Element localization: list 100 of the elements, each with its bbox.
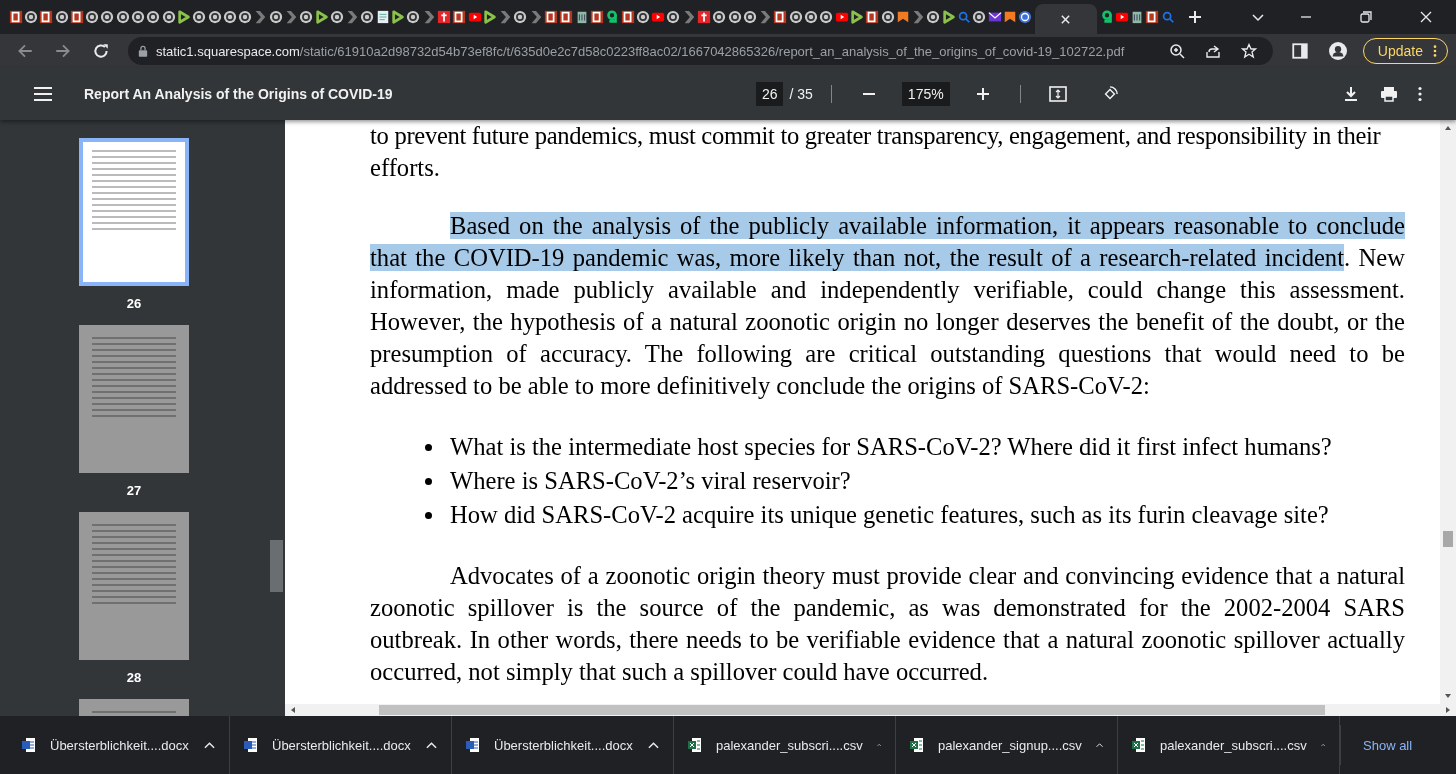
word-file-icon bbox=[22, 737, 36, 753]
favicon-icon bbox=[727, 10, 742, 24]
text-line: efforts. bbox=[370, 153, 441, 183]
chevron-icon bbox=[253, 10, 268, 24]
favicon-icon bbox=[635, 10, 650, 24]
favicon-icon bbox=[207, 10, 222, 24]
scroll-right-icon[interactable] bbox=[1444, 706, 1452, 714]
paragraph: Based on the analysis of the publicly available information, it appears reasonable to conclude that the COVID-19 pandemic was, more likely than not, the result of a research-related incident. New information, made publicly available and independently verifiable, could change this assessment. However, the hypothesis of a natural zoonotic origin no longer deserves the benefit of the doubt, or the presumption of accuracy. The following are critical outstanding questions that would need to be addressed to be able to more definitively conclude the origins of SARS-CoV-2: bbox=[370, 211, 1405, 401]
side-panel-icon[interactable] bbox=[1290, 42, 1309, 60]
favicon-icon bbox=[1145, 10, 1160, 24]
caret-up-icon[interactable] bbox=[204, 741, 215, 749]
favicon-icon bbox=[880, 10, 895, 24]
play-icon bbox=[467, 10, 482, 24]
fit-page-icon[interactable] bbox=[1048, 86, 1067, 102]
address-field[interactable]: static1.squarespace.com/static/61910a2d98732d54b73ef8fc/t/635d0e2c7d58c0223ff8ac02/1667042865326/report_an_analysis_of_the_origins_of_covid-19_102722.pdf bbox=[128, 37, 1273, 65]
new-tab-icon[interactable] bbox=[1187, 9, 1204, 25]
favicon-icon bbox=[1002, 10, 1017, 24]
chevron-icon bbox=[498, 10, 513, 24]
favicon-icon bbox=[192, 10, 207, 24]
favicon-icon bbox=[1018, 10, 1033, 24]
favicon-icon bbox=[559, 10, 574, 24]
more-icon[interactable] bbox=[1418, 86, 1422, 102]
favicon-icon bbox=[39, 10, 54, 24]
favicon-icon bbox=[666, 10, 681, 24]
excel-file-icon bbox=[910, 737, 924, 753]
favicon-icon bbox=[329, 10, 344, 24]
chevron-icon bbox=[284, 10, 298, 24]
scrollbar-thumb[interactable] bbox=[1443, 531, 1453, 547]
favicon-icon bbox=[712, 10, 727, 24]
play-icon bbox=[1114, 10, 1129, 24]
share-icon[interactable] bbox=[1204, 43, 1221, 59]
search-icon bbox=[957, 10, 972, 24]
download-item[interactable]: Übersterblichkeit....docx bbox=[452, 716, 674, 774]
favicon-icon bbox=[131, 10, 145, 24]
download-icon[interactable] bbox=[1342, 86, 1360, 102]
print-icon[interactable] bbox=[1380, 86, 1398, 102]
favicon-icon bbox=[54, 10, 69, 24]
close-icon[interactable] bbox=[1418, 9, 1434, 25]
download-item[interactable]: palexander_subscri....csv bbox=[1118, 716, 1340, 774]
word-file-icon bbox=[466, 737, 480, 753]
restore-icon[interactable] bbox=[1358, 9, 1374, 25]
favicon-icon bbox=[299, 10, 314, 24]
favicon-icon bbox=[238, 10, 253, 24]
download-item[interactable]: palexander_subscri....csv bbox=[674, 716, 896, 774]
text-line: to prevent future pandemics, must commit to greater transparency, engagement, and responsibility in their bbox=[370, 121, 1382, 151]
lock-icon bbox=[138, 45, 148, 57]
excel-file-icon bbox=[1132, 737, 1146, 753]
scroll-left-icon[interactable] bbox=[289, 706, 297, 714]
page-thumbnail[interactable] bbox=[79, 138, 189, 286]
caret-up-icon[interactable] bbox=[648, 741, 659, 749]
favicon-icon bbox=[865, 10, 880, 24]
menu-icon[interactable] bbox=[34, 86, 52, 102]
favicon-icon bbox=[987, 10, 1002, 24]
back-arrow-icon[interactable] bbox=[16, 42, 34, 60]
download-item[interactable]: Übersterblichkeit....docx bbox=[8, 716, 230, 774]
paragraph: Advocates of a zoonotic origin theory must provide clear and convincing evidence that a natural zoonotic spillover is the source of the pandemic, as was demonstrated for the 2002-2004 SARS outbreak. In other words, there needs to be verifiable evidence that a natural zoonotic spillover actually occurred, not simply that such a spillover could have occurred. bbox=[370, 561, 1405, 687]
close-icon[interactable] bbox=[1060, 13, 1072, 25]
favicon-icon bbox=[85, 10, 100, 24]
forward-arrow-icon[interactable] bbox=[54, 42, 72, 60]
favicon-icon bbox=[1099, 10, 1114, 24]
page-thumbnail[interactable] bbox=[79, 512, 189, 660]
page-number: 28 bbox=[126, 670, 142, 685]
bullet-icon bbox=[425, 511, 432, 519]
caret-up-icon[interactable] bbox=[1095, 741, 1103, 749]
scrollbar-thumb[interactable] bbox=[270, 540, 283, 592]
bullet-icon bbox=[425, 477, 432, 485]
favicon-icon bbox=[436, 10, 451, 24]
reload-icon[interactable] bbox=[92, 42, 110, 60]
favicon-icon bbox=[360, 10, 375, 24]
favicon-icon bbox=[513, 10, 528, 24]
favicon-icon bbox=[161, 10, 176, 24]
favicon-icon bbox=[23, 10, 38, 24]
scroll-down-icon[interactable] bbox=[1444, 692, 1452, 700]
zoom-field[interactable]: 175% bbox=[901, 82, 950, 106]
page-thumbnail[interactable] bbox=[79, 325, 189, 473]
star-icon[interactable] bbox=[1240, 43, 1257, 59]
avatar-icon[interactable] bbox=[1328, 42, 1347, 60]
document-title: Report An Analysis of the Origins of COVID-19 bbox=[84, 86, 393, 102]
favicon-icon bbox=[804, 10, 819, 24]
page-number-field[interactable]: 26 bbox=[755, 82, 784, 106]
show-all-button[interactable]: Show all bbox=[1340, 725, 1433, 765]
page-number: 26 bbox=[126, 296, 142, 311]
download-item[interactable]: Übersterblichkeit....docx bbox=[230, 716, 452, 774]
favicon-icon bbox=[314, 10, 329, 24]
favicon-icon bbox=[926, 10, 941, 24]
favicon-icon bbox=[697, 10, 711, 24]
favicon-icon bbox=[620, 10, 635, 24]
scroll-up-icon[interactable] bbox=[1444, 124, 1452, 132]
play-icon bbox=[834, 10, 849, 24]
favicon-icon bbox=[819, 10, 834, 24]
scrollbar-thumb[interactable] bbox=[379, 705, 1325, 715]
download-item[interactable]: palexander_signup....csv bbox=[896, 716, 1118, 774]
favicon-icon bbox=[773, 10, 788, 24]
favicon-icon bbox=[589, 10, 604, 24]
favicon-icon bbox=[788, 10, 803, 24]
favicon-icon bbox=[742, 10, 757, 24]
zoom-icon[interactable] bbox=[1168, 43, 1185, 59]
caret-up-icon[interactable] bbox=[426, 741, 437, 749]
favicon-icon bbox=[605, 10, 620, 24]
favicon-icon bbox=[452, 10, 467, 24]
